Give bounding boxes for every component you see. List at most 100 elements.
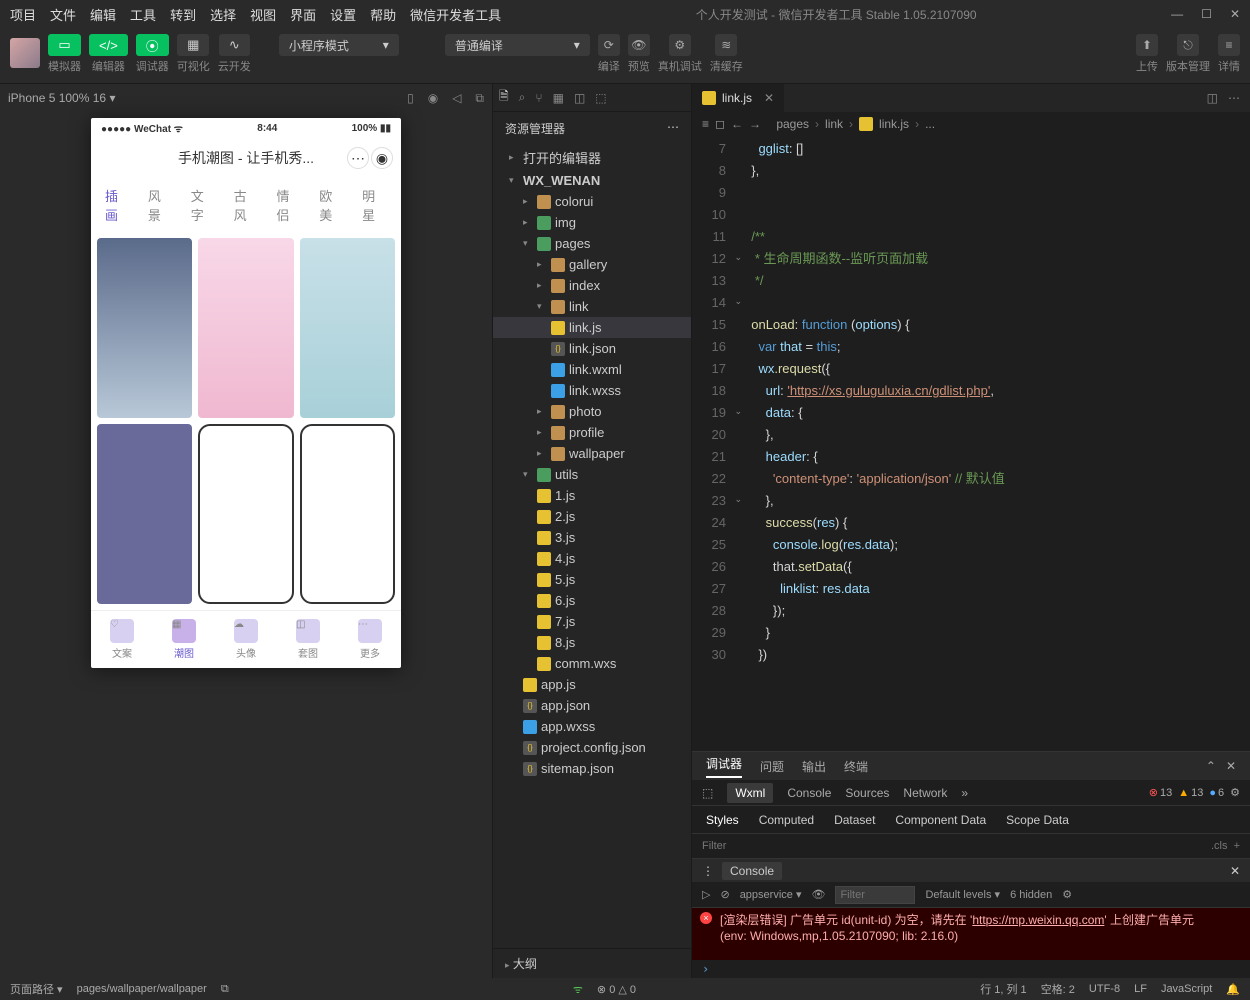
nav-wallpaper[interactable]: ▦潮图 [172,619,196,660]
folder-utils[interactable]: ▾utils [493,464,691,485]
folder-gallery[interactable]: ▸gallery [493,254,691,275]
file-4js[interactable]: 4.js [493,548,691,569]
bookmark-icon[interactable]: ◻ [715,117,725,131]
folder-link[interactable]: ▾link [493,296,691,317]
outline-section[interactable]: ▸ 大纲 [493,948,691,978]
dataset-tab[interactable]: Dataset [834,813,875,827]
nav-album[interactable]: ◫套图 [296,619,320,660]
search-icon[interactable]: ⌕ [519,90,526,105]
problems-tab[interactable]: 问题 [760,758,784,775]
close-tab-icon[interactable]: ✕ [764,91,774,105]
file-link-js[interactable]: link.js [493,317,691,338]
context-select[interactable]: appservice ▾ [740,888,802,901]
eye-icon[interactable]: 👁 [811,888,825,901]
file-sitemap[interactable]: {}sitemap.json [493,758,691,779]
wallpaper-thumb[interactable] [300,424,395,604]
console-play-icon[interactable]: ▷ [702,888,710,901]
file-5js[interactable]: 5.js [493,569,691,590]
error-badge[interactable]: ⊗13 [1149,786,1172,799]
cloud-button[interactable]: ∿ [219,34,250,56]
styles-tab[interactable]: Styles [706,813,739,827]
wallpaper-thumb[interactable] [97,238,192,418]
page-path[interactable]: pages/wallpaper/wallpaper [77,983,207,995]
wallpaper-thumb[interactable] [97,424,192,604]
file-project-config[interactable]: {}project.config.json [493,737,691,758]
wallpaper-thumb[interactable] [198,238,293,418]
user-avatar[interactable] [10,38,40,68]
file-1js[interactable]: 1.js [493,485,691,506]
editor-tab-linkjs[interactable]: link.js ✕ [692,84,784,112]
wallpaper-thumb[interactable] [198,424,293,604]
network-tab[interactable]: Network [903,786,947,800]
menu-tool[interactable]: 工具 [130,5,156,24]
wifi-icon[interactable]: ᯤ [573,982,583,997]
computed-tab[interactable]: Computed [759,813,814,827]
file-7js[interactable]: 7.js [493,611,691,632]
menu-view[interactable]: 视图 [250,5,276,24]
warn-badge[interactable]: ▲13 [1178,786,1203,799]
plugin-icon[interactable]: ⬚ [595,91,606,105]
output-tab[interactable]: 输出 [802,758,826,775]
tab-scenery[interactable]: 风景 [148,186,173,224]
menu-project[interactable]: 项目 [10,5,36,24]
detail-icon[interactable]: ≡ [1218,34,1240,56]
status-errors[interactable]: ⊗ 0 △ 0 [597,983,636,996]
menu-file[interactable]: 文件 [50,5,76,24]
tab-illustration[interactable]: 插画 [105,186,130,224]
nav-fwd-icon[interactable]: → [749,117,761,131]
debugger-tab[interactable]: 调试器 [706,755,742,778]
file-6js[interactable]: 6.js [493,590,691,611]
tab-star[interactable]: 明星 [362,186,387,224]
cursor-position[interactable]: 行 1, 列 1 [980,981,1026,997]
styles-filter[interactable]: Filter [702,840,726,852]
tab-couple[interactable]: 情侣 [276,186,301,224]
folder-photo[interactable]: ▸photo [493,401,691,422]
more-icon[interactable]: ⋯ [1228,91,1240,105]
upload-icon[interactable]: ⬆ [1136,34,1158,56]
menu-help[interactable]: 帮助 [370,5,396,24]
language-mode[interactable]: JavaScript [1161,983,1212,995]
hidden-count[interactable]: 6 hidden [1010,889,1052,901]
code-editor[interactable]: 7891011121314151617181920212223242526272… [692,136,1250,751]
minimize-icon[interactable]: ― [1171,7,1183,21]
compile-select[interactable]: 普通编译▾ [445,34,590,56]
editor-button[interactable]: </> [89,34,128,56]
copy-icon[interactable]: ⧉ [221,983,229,996]
console-toggle-icon[interactable]: ⋮ [702,864,714,878]
nav-back-icon[interactable]: ← [731,117,743,131]
levels-select[interactable]: Default levels ▾ [925,888,1000,901]
debugger-button[interactable]: ⦿ [136,34,169,56]
console-close-icon[interactable]: ✕ [1230,864,1240,878]
project-root[interactable]: ▾WX_WENAN [493,170,691,191]
file-comm-wxs[interactable]: comm.wxs [493,653,691,674]
console-tab[interactable]: Console [787,786,831,800]
device-info[interactable]: iPhone 5 100% 16 ▾ [8,91,397,105]
bell-icon[interactable]: 🔔 [1226,983,1240,996]
nav-avatar[interactable]: ☁头像 [234,619,258,660]
eol[interactable]: LF [1134,983,1147,995]
menu-edit[interactable]: 编辑 [90,5,116,24]
cls-toggle[interactable]: .cls [1211,840,1228,852]
breadcrumb[interactable]: ≡ ◻ ← → pages› link› link.js› ... [692,112,1250,136]
file-2js[interactable]: 2.js [493,506,691,527]
wxml-tab[interactable]: Wxml [727,783,773,803]
component-data-tab[interactable]: Component Data [895,813,986,827]
console-filter-input[interactable] [835,886,915,904]
folder-profile[interactable]: ▸profile [493,422,691,443]
capsule-menu-icon[interactable]: ⋯ [347,147,369,169]
wallpaper-thumb[interactable] [300,238,395,418]
visual-button[interactable]: ▦ [177,34,209,56]
folder-pages[interactable]: ▾pages [493,233,691,254]
module-icon[interactable]: ▦ [553,91,564,105]
mode-select[interactable]: 小程序模式▾ [279,34,399,56]
files-icon[interactable]: 🗎 [499,87,509,108]
file-3js[interactable]: 3.js [493,527,691,548]
encoding[interactable]: UTF-8 [1089,983,1120,995]
compile-icon[interactable]: ⟳ [598,34,620,56]
menu-select[interactable]: 选择 [210,5,236,24]
tab-western[interactable]: 欧美 [319,186,344,224]
menu-wechat[interactable]: 微信开发者工具 [410,5,501,24]
menu-interface[interactable]: 界面 [290,5,316,24]
simulator-button[interactable]: ▭ [48,34,80,56]
version-icon[interactable]: ⎋ [1177,34,1199,56]
